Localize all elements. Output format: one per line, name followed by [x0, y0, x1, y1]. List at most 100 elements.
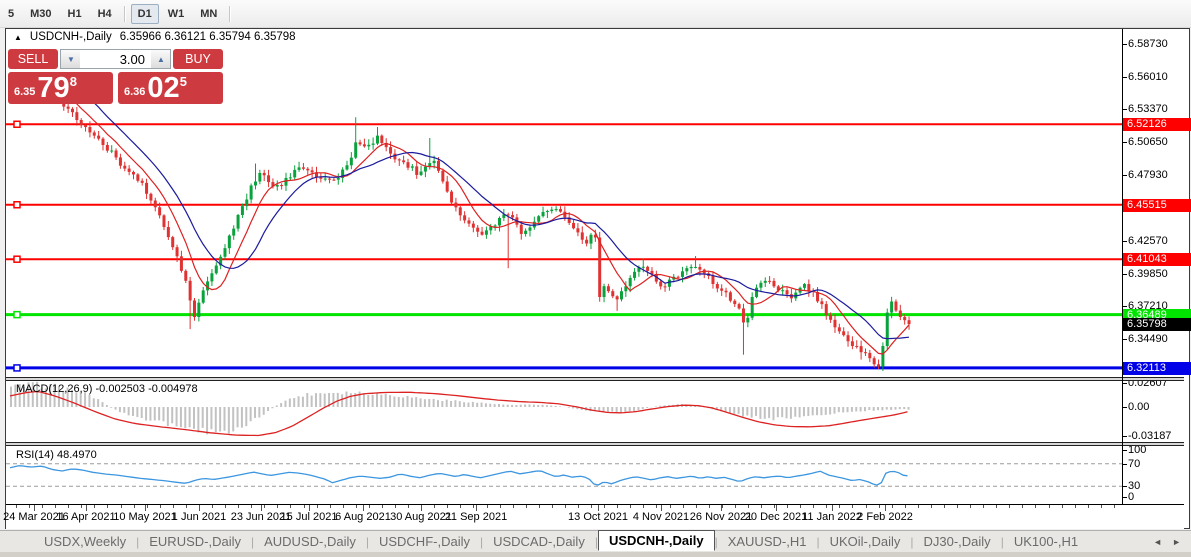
level-line-handle[interactable]	[13, 120, 21, 129]
tab-uk100-h1[interactable]: UK100-,H1	[1004, 532, 1088, 551]
date-minor-tick	[761, 505, 762, 508]
price-level-badge: 6.32113	[1123, 362, 1191, 375]
price-level-badge: 6.52126	[1123, 118, 1191, 131]
date-minor-tick	[787, 505, 788, 508]
timeframe-button-w1[interactable]: W1	[161, 4, 192, 24]
date-minor-tick	[892, 505, 893, 508]
date-minor-tick	[1009, 505, 1010, 508]
date-minor-tick	[330, 505, 331, 508]
tab-scroll-right-icon[interactable]: ►	[1172, 537, 1181, 547]
buy-price-tile[interactable]: 6.36 02 5	[118, 72, 223, 104]
timeframe-button-5[interactable]: 5	[1, 4, 21, 24]
date-minor-tick	[670, 505, 671, 508]
volume-decrease-button[interactable]: ▼	[61, 50, 80, 68]
date-minor-tick	[813, 505, 814, 508]
one-click-trade-panel: SELL ▼ ▲ BUY 6.35 79 8 6.36 02 5	[8, 47, 223, 104]
date-minor-tick	[356, 505, 357, 508]
timeframe-toolbar: 5 M30 H1 H4 D1 W1 MN	[0, 0, 1191, 28]
timeframe-button-mn[interactable]: MN	[193, 4, 224, 24]
rsi-line	[9, 465, 908, 486]
date-minor-tick	[552, 505, 553, 508]
date-label: 4 Nov 2021	[632, 511, 690, 523]
panel-divider[interactable]	[6, 377, 1184, 381]
price-level-badge: 6.41043	[1123, 253, 1191, 266]
price-tick-label: 6.58730	[1128, 38, 1168, 50]
date-minor-tick	[735, 505, 736, 508]
date-minor-tick	[147, 505, 148, 508]
level-line-handle[interactable]	[13, 255, 21, 263]
tab-dj30-daily[interactable]: DJ30-,Daily	[914, 532, 1001, 551]
date-minor-tick	[369, 505, 370, 508]
date-label: 11 Jan 2022	[802, 511, 862, 523]
date-minor-tick	[42, 505, 43, 508]
chart-tabs-bar: USDX,Weekly | EURUSD-,Daily | AUDUSD-,Daily |…	[0, 530, 1191, 552]
price-tick-label: 6.42570	[1128, 235, 1168, 247]
price-tick-label: 6.34490	[1128, 333, 1168, 345]
date-minor-tick	[487, 505, 488, 508]
volume-input[interactable]	[80, 50, 151, 68]
tab-audusd-daily[interactable]: AUDUSD-,Daily	[254, 532, 366, 551]
date-minor-tick	[565, 505, 566, 508]
date-minor-tick	[160, 505, 161, 508]
volume-increase-button[interactable]: ▲	[151, 50, 170, 68]
price-tick-label: 6.47930	[1128, 169, 1168, 181]
date-minor-tick	[1101, 505, 1102, 508]
date-minor-tick	[513, 505, 514, 508]
date-minor-tick	[852, 505, 853, 508]
sell-button[interactable]: SELL	[8, 49, 58, 69]
date-minor-tick	[304, 505, 305, 508]
toolbar-separator	[229, 5, 232, 22]
date-minor-tick	[68, 505, 69, 508]
price-tick-label: 6.39850	[1128, 268, 1168, 280]
date-minor-tick	[905, 505, 906, 508]
date-minor-tick	[173, 505, 174, 508]
collapse-chart-icon[interactable]: ▲	[14, 33, 22, 42]
timeframe-button-m30[interactable]: M30	[23, 4, 58, 24]
date-minor-tick	[866, 505, 867, 508]
tab-ukoil-daily[interactable]: UKOil-,Daily	[820, 532, 911, 551]
date-label: 26 Nov 2021	[689, 511, 753, 523]
date-minor-tick	[918, 505, 919, 508]
tab-scroll-left-icon[interactable]: ◄	[1153, 537, 1162, 547]
date-minor-tick	[722, 505, 723, 508]
date-minor-tick	[748, 505, 749, 508]
date-minor-tick	[683, 505, 684, 508]
level-line-handle[interactable]	[13, 201, 21, 209]
date-minor-tick	[591, 505, 592, 508]
date-minor-tick	[1035, 505, 1036, 508]
date-minor-tick	[81, 505, 82, 508]
macd-tick-label: 0.00	[1128, 401, 1150, 413]
date-minor-tick	[996, 505, 997, 508]
date-label: 15 Jul 2021	[280, 511, 338, 523]
timeframe-button-h1[interactable]: H1	[61, 4, 89, 24]
panel-divider[interactable]	[6, 442, 1184, 446]
price-level-badge: 6.45515	[1123, 199, 1191, 212]
date-minor-tick	[277, 505, 278, 508]
date-minor-tick	[16, 505, 17, 508]
timeframe-button-h4[interactable]: H4	[91, 4, 119, 24]
sell-price-pip: 8	[69, 74, 77, 89]
tab-usdcad-daily[interactable]: USDCAD-,Daily	[483, 532, 595, 551]
date-minor-tick	[212, 505, 213, 508]
level-line-handle[interactable]	[13, 310, 21, 319]
buy-price-prefix: 6.36	[124, 86, 146, 98]
tab-xauusd-h1[interactable]: XAUUSD-,H1	[718, 532, 817, 551]
sell-price-tile[interactable]: 6.35 79 8	[8, 72, 113, 104]
macd-tick-label: -0.03187	[1128, 430, 1172, 442]
tab-eurusd-daily[interactable]: EURUSD-,Daily	[139, 532, 251, 551]
date-minor-tick	[500, 505, 501, 508]
toolbar-separator	[123, 5, 126, 22]
date-minor-tick	[826, 505, 827, 508]
sell-price-big: 79	[37, 72, 70, 104]
date-minor-tick	[290, 505, 291, 508]
date-minor-tick	[839, 505, 840, 508]
buy-button[interactable]: BUY	[173, 49, 223, 69]
date-minor-tick	[1114, 505, 1115, 508]
timeframe-button-d1[interactable]: D1	[130, 3, 159, 24]
tab-usdcnh-daily[interactable]: USDCNH-,Daily	[597, 530, 715, 551]
date-minor-tick	[696, 505, 697, 508]
tab-usdx-weekly[interactable]: USDX,Weekly	[34, 532, 136, 551]
level-line-handle[interactable]	[13, 364, 21, 372]
tab-usdchf-daily[interactable]: USDCHF-,Daily	[369, 532, 480, 551]
date-label: 1 Jun 2021	[171, 511, 227, 523]
